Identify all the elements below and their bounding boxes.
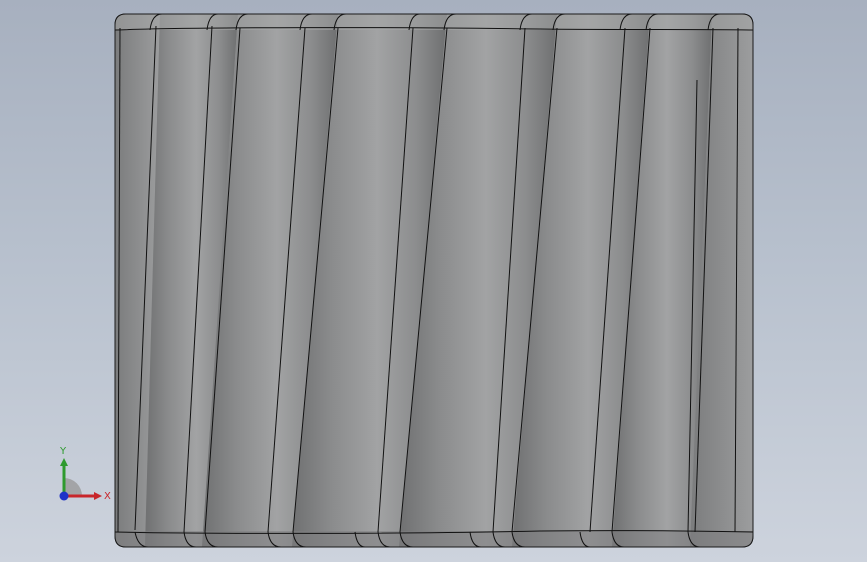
- z-axis-origin: [59, 491, 69, 501]
- x-axis-label: X: [104, 491, 111, 502]
- graphics-viewport[interactable]: X Y: [0, 0, 867, 562]
- gear-model[interactable]: [0, 0, 867, 562]
- reference-triad: X Y: [59, 446, 111, 502]
- y-axis-label: Y: [59, 446, 67, 457]
